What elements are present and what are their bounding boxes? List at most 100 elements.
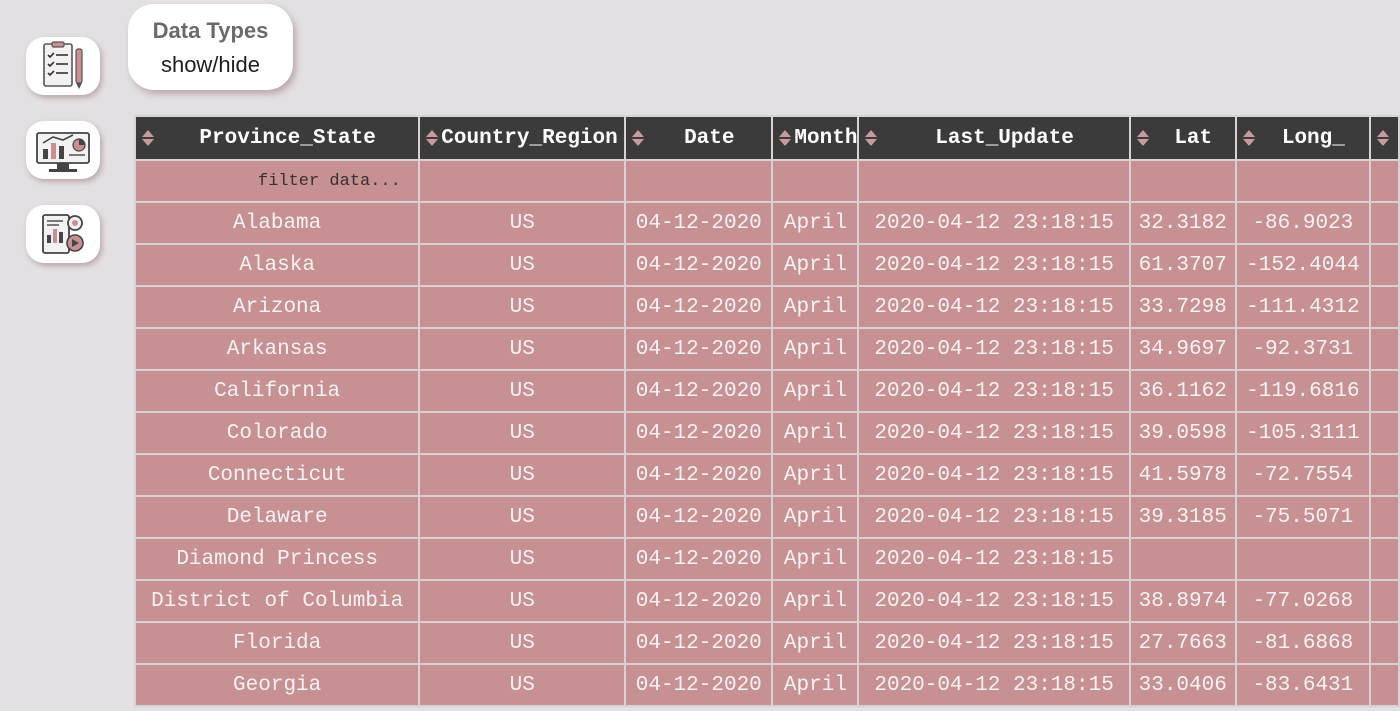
cell-lat[interactable]: 61.3707 (1128, 243, 1237, 287)
cell-next[interactable] (1369, 663, 1400, 707)
sort-icon[interactable] (1134, 129, 1152, 147)
cell-next[interactable] (1369, 243, 1400, 287)
cell-date[interactable]: 04-12-2020 (624, 201, 774, 245)
sort-icon[interactable] (423, 129, 441, 147)
sort-icon[interactable] (1374, 129, 1392, 147)
sort-icon[interactable] (629, 129, 647, 147)
cell-month[interactable]: April (771, 285, 860, 329)
cell-date[interactable]: 04-12-2020 (624, 579, 774, 623)
table-row[interactable]: Colorado US 04-12-2020 April 2020-04-12 23:1… (134, 411, 1400, 455)
table-row[interactable]: Arizona US 04-12-2020 April 2020-04-12 23:18… (134, 285, 1400, 329)
sort-icon[interactable] (139, 129, 157, 147)
cell-date[interactable]: 04-12-2020 (624, 495, 774, 539)
cell-last-update[interactable]: 2020-04-12 23:18:15 (857, 411, 1131, 455)
cell-last-update[interactable]: 2020-04-12 23:18:15 (857, 243, 1131, 287)
report-button[interactable] (26, 205, 100, 263)
cell-province-state[interactable]: Connecticut (134, 453, 421, 497)
cell-next[interactable] (1369, 201, 1400, 245)
cell-country-region[interactable]: US (418, 369, 627, 413)
cell-month[interactable]: April (771, 453, 860, 497)
table-row[interactable]: Connecticut US 04-12-2020 April 2020-04-12 2… (134, 453, 1400, 497)
cell-lat[interactable] (1128, 537, 1237, 581)
column-header-month[interactable]: Month (771, 115, 860, 161)
cell-date[interactable]: 04-12-2020 (624, 663, 774, 707)
cell-last-update[interactable]: 2020-04-12 23:18:15 (857, 663, 1131, 707)
cell-next[interactable] (1369, 327, 1400, 371)
cell-date[interactable]: 04-12-2020 (624, 621, 774, 665)
cell-lat[interactable]: 27.7663 (1128, 621, 1237, 665)
cell-month[interactable]: April (771, 201, 860, 245)
column-header-date[interactable]: Date (624, 115, 774, 161)
cell-next[interactable] (1369, 495, 1400, 539)
cell-long[interactable]: -86.9023 (1234, 201, 1372, 245)
cell-month[interactable]: April (771, 663, 860, 707)
cell-lat[interactable]: 39.0598 (1128, 411, 1237, 455)
sort-icon[interactable] (862, 129, 880, 147)
cell-next[interactable] (1369, 411, 1400, 455)
column-header-long[interactable]: Long_ (1234, 115, 1372, 161)
cell-lat[interactable]: 38.8974 (1128, 579, 1237, 623)
cell-long[interactable]: -152.4044 (1234, 243, 1372, 287)
cell-next[interactable] (1369, 453, 1400, 497)
column-header-country-region[interactable]: Country_Region (418, 115, 627, 161)
cell-month[interactable]: April (771, 495, 860, 539)
cell-long[interactable] (1234, 537, 1372, 581)
cell-lat[interactable]: 33.0406 (1128, 663, 1237, 707)
cell-country-region[interactable]: US (418, 579, 627, 623)
filter-cell[interactable] (1128, 159, 1237, 203)
cell-country-region[interactable]: US (418, 285, 627, 329)
cell-date[interactable]: 04-12-2020 (624, 369, 774, 413)
cell-province-state[interactable]: Delaware (134, 495, 421, 539)
filter-input[interactable] (138, 162, 417, 200)
cell-country-region[interactable]: US (418, 663, 627, 707)
cell-date[interactable]: 04-12-2020 (624, 243, 774, 287)
cell-last-update[interactable]: 2020-04-12 23:18:15 (857, 579, 1131, 623)
cell-long[interactable]: -77.0268 (1234, 579, 1372, 623)
table-row[interactable]: Diamond Princess US 04-12-2020 April 2020-04… (134, 537, 1400, 581)
cell-next[interactable] (1369, 579, 1400, 623)
cell-country-region[interactable]: US (418, 411, 627, 455)
cell-long[interactable]: -111.4312 (1234, 285, 1372, 329)
cell-last-update[interactable]: 2020-04-12 23:18:15 (857, 537, 1131, 581)
cell-province-state[interactable]: Diamond Princess (134, 537, 421, 581)
cell-country-region[interactable]: US (418, 201, 627, 245)
cell-country-region[interactable]: US (418, 495, 627, 539)
cell-month[interactable]: April (771, 243, 860, 287)
cell-date[interactable]: 04-12-2020 (624, 327, 774, 371)
cell-province-state[interactable]: Alaska (134, 243, 421, 287)
table-row[interactable]: Arkansas US 04-12-2020 April 2020-04-12 23:1… (134, 327, 1400, 371)
cell-province-state[interactable]: California (134, 369, 421, 413)
cell-long[interactable]: -81.6868 (1234, 621, 1372, 665)
column-header-next[interactable] (1369, 115, 1400, 161)
table-row[interactable]: Alaska US 04-12-2020 April 2020-04-12 23:18:… (134, 243, 1400, 287)
column-header-last-update[interactable]: Last_Update (857, 115, 1131, 161)
filter-cell[interactable] (1369, 159, 1400, 203)
sort-icon[interactable] (776, 129, 794, 147)
table-row[interactable]: Florida US 04-12-2020 April 2020-04-12 23:18… (134, 621, 1400, 665)
cell-date[interactable]: 04-12-2020 (624, 411, 774, 455)
cell-lat[interactable]: 34.9697 (1128, 327, 1237, 371)
cell-long[interactable]: -119.6816 (1234, 369, 1372, 413)
cell-province-state[interactable]: Arkansas (134, 327, 421, 371)
cell-country-region[interactable]: US (418, 453, 627, 497)
cell-last-update[interactable]: 2020-04-12 23:18:15 (857, 495, 1131, 539)
table-row[interactable]: Alabama US 04-12-2020 April 2020-04-12 23:18… (134, 201, 1400, 245)
cell-long[interactable]: -105.3111 (1234, 411, 1372, 455)
cell-country-region[interactable]: US (418, 621, 627, 665)
cell-month[interactable]: April (771, 327, 860, 371)
cell-long[interactable]: -92.3731 (1234, 327, 1372, 371)
column-header-province-state[interactable]: Province_State (134, 115, 421, 161)
cell-next[interactable] (1369, 369, 1400, 413)
cell-lat[interactable]: 32.3182 (1128, 201, 1237, 245)
cell-country-region[interactable]: US (418, 327, 627, 371)
cell-month[interactable]: April (771, 579, 860, 623)
filter-cell[interactable] (771, 159, 860, 203)
cell-month[interactable]: April (771, 621, 860, 665)
sort-icon[interactable] (1240, 129, 1258, 147)
table-row[interactable]: District of Columbia US 04-12-2020 April 202… (134, 579, 1400, 623)
cell-month[interactable]: April (771, 537, 860, 581)
cell-date[interactable]: 04-12-2020 (624, 453, 774, 497)
checklist-button[interactable] (26, 37, 100, 95)
table-row[interactable]: Georgia US 04-12-2020 April 2020-04-12 23:18… (134, 663, 1400, 707)
cell-next[interactable] (1369, 537, 1400, 581)
